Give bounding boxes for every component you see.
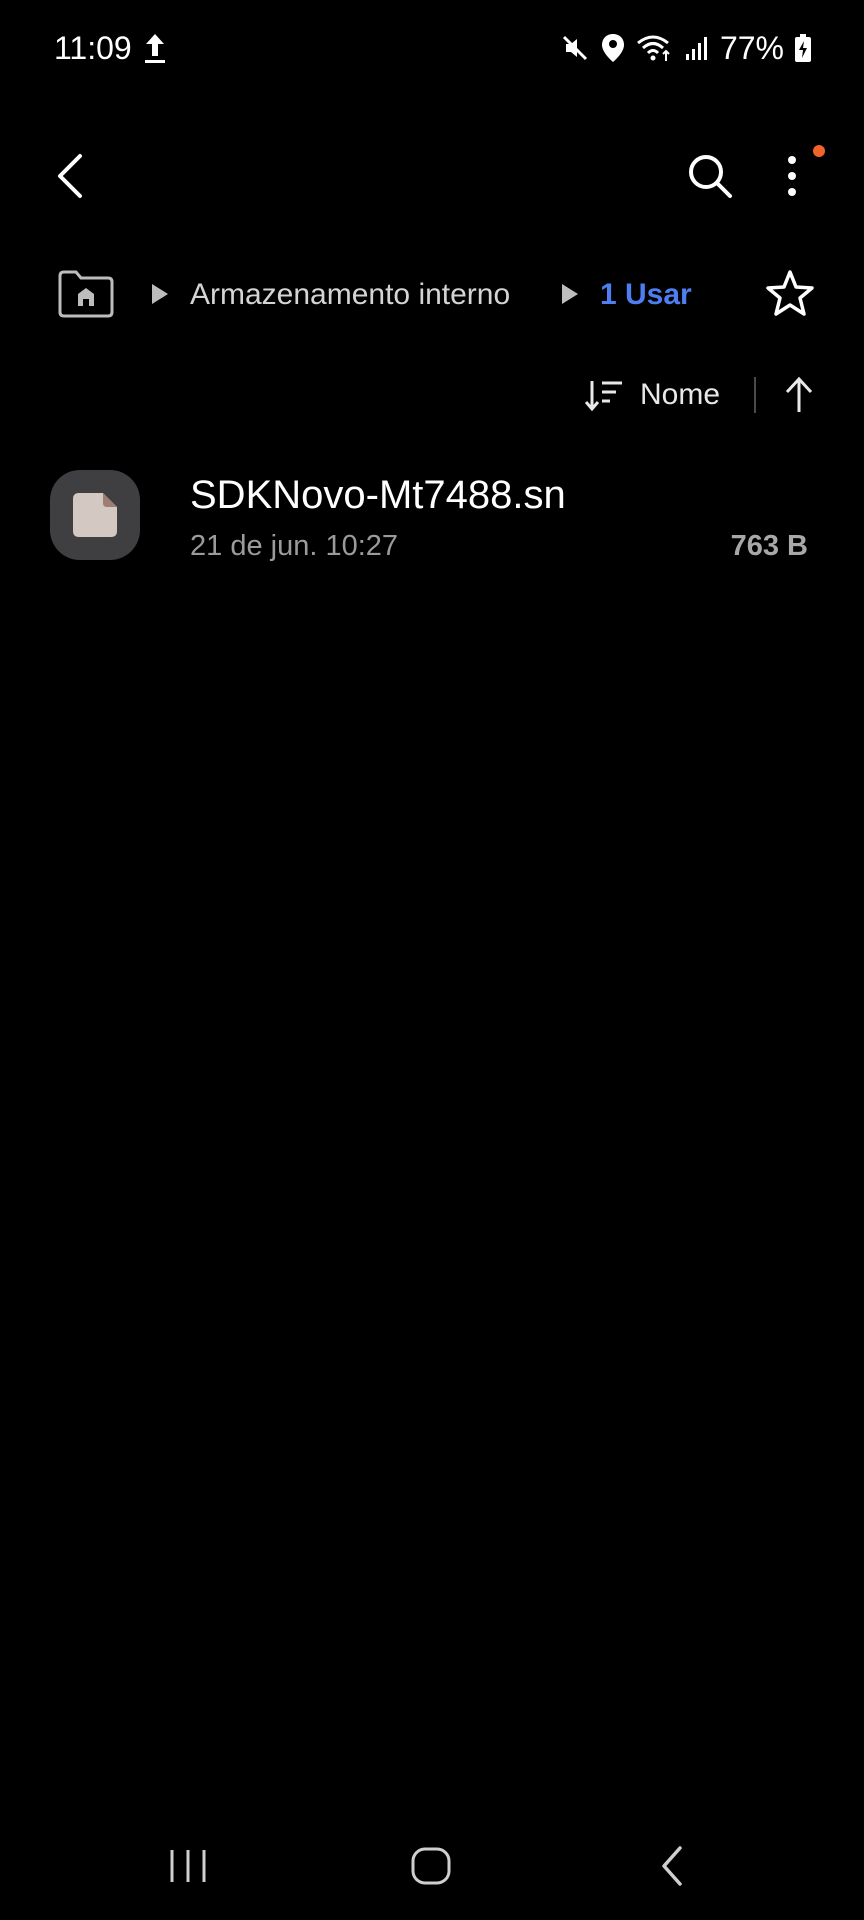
file-icon <box>50 470 140 560</box>
home-button[interactable] <box>410 1844 452 1888</box>
sort-icon[interactable] <box>584 378 624 412</box>
recents-button[interactable] <box>166 1846 210 1886</box>
breadcrumb-separator-icon <box>152 284 168 304</box>
status-icons: 77% <box>560 28 812 68</box>
file-name: SDKNovo-Mt7488.sn <box>190 473 566 517</box>
sort-direction-arrow-up-icon[interactable] <box>782 374 816 414</box>
sort-by-name[interactable]: Nome <box>640 375 720 415</box>
breadcrumb-current-folder[interactable]: 1 Usar <box>600 275 692 315</box>
location-icon <box>601 34 624 62</box>
battery-icon <box>795 34 811 62</box>
battery-level: 77% <box>719 30 784 66</box>
file-size: 763 B <box>730 530 808 562</box>
home-folder-button[interactable] <box>56 268 116 320</box>
more-options-button[interactable] <box>770 148 814 204</box>
nav-back-button[interactable] <box>656 1844 688 1888</box>
status-time: 11:09 <box>54 30 132 66</box>
mute-icon <box>562 35 588 61</box>
notification-dot <box>813 145 825 157</box>
file-date: 21 de jun. 10:27 <box>190 530 399 562</box>
wifi-icon <box>637 35 670 61</box>
breadcrumb-separator-icon <box>562 284 578 304</box>
sort-divider <box>754 377 756 413</box>
breadcrumb-internal-storage[interactable]: Armazenamento interno <box>190 275 510 315</box>
search-button[interactable] <box>682 148 738 204</box>
upload-icon <box>145 34 165 63</box>
back-button[interactable] <box>44 148 100 204</box>
favorite-star-button[interactable] <box>764 268 816 320</box>
signal-icon <box>685 37 707 60</box>
